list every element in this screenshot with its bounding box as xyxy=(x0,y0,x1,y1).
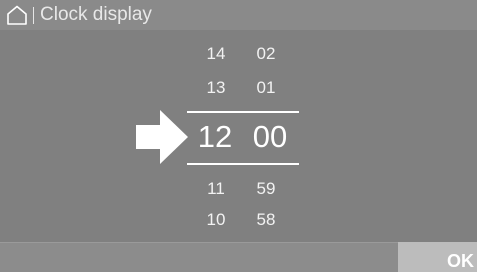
hour-option[interactable]: 13 xyxy=(196,78,236,98)
minute-option[interactable]: 01 xyxy=(246,78,286,98)
selection-line-bottom xyxy=(187,163,299,165)
minute-option[interactable]: 02 xyxy=(246,44,286,64)
hour-option[interactable]: 10 xyxy=(196,210,236,230)
minute-option[interactable]: 58 xyxy=(246,210,286,230)
minute-option[interactable]: 59 xyxy=(246,179,286,199)
page-title: Clock display xyxy=(40,4,152,25)
header-bar: Clock display xyxy=(0,0,477,30)
home-button[interactable] xyxy=(5,4,29,26)
clock-display-screen: Clock display 14 02 13 01 12 00 11 59 10… xyxy=(0,0,477,272)
home-icon xyxy=(7,5,27,25)
hour-option[interactable]: 14 xyxy=(196,44,236,64)
selection-line-top xyxy=(187,111,299,113)
ok-button[interactable]: OK xyxy=(398,242,477,272)
time-picker[interactable]: 14 02 13 01 12 00 11 59 10 58 xyxy=(0,30,477,242)
selected-hour[interactable]: 12 xyxy=(190,120,240,154)
footer-bar: OK xyxy=(0,242,477,272)
selection-pointer xyxy=(134,108,190,166)
header-divider xyxy=(33,7,34,24)
hour-option[interactable]: 11 xyxy=(196,179,236,199)
selected-minute[interactable]: 00 xyxy=(244,120,296,154)
arrow-right-icon xyxy=(136,110,188,164)
